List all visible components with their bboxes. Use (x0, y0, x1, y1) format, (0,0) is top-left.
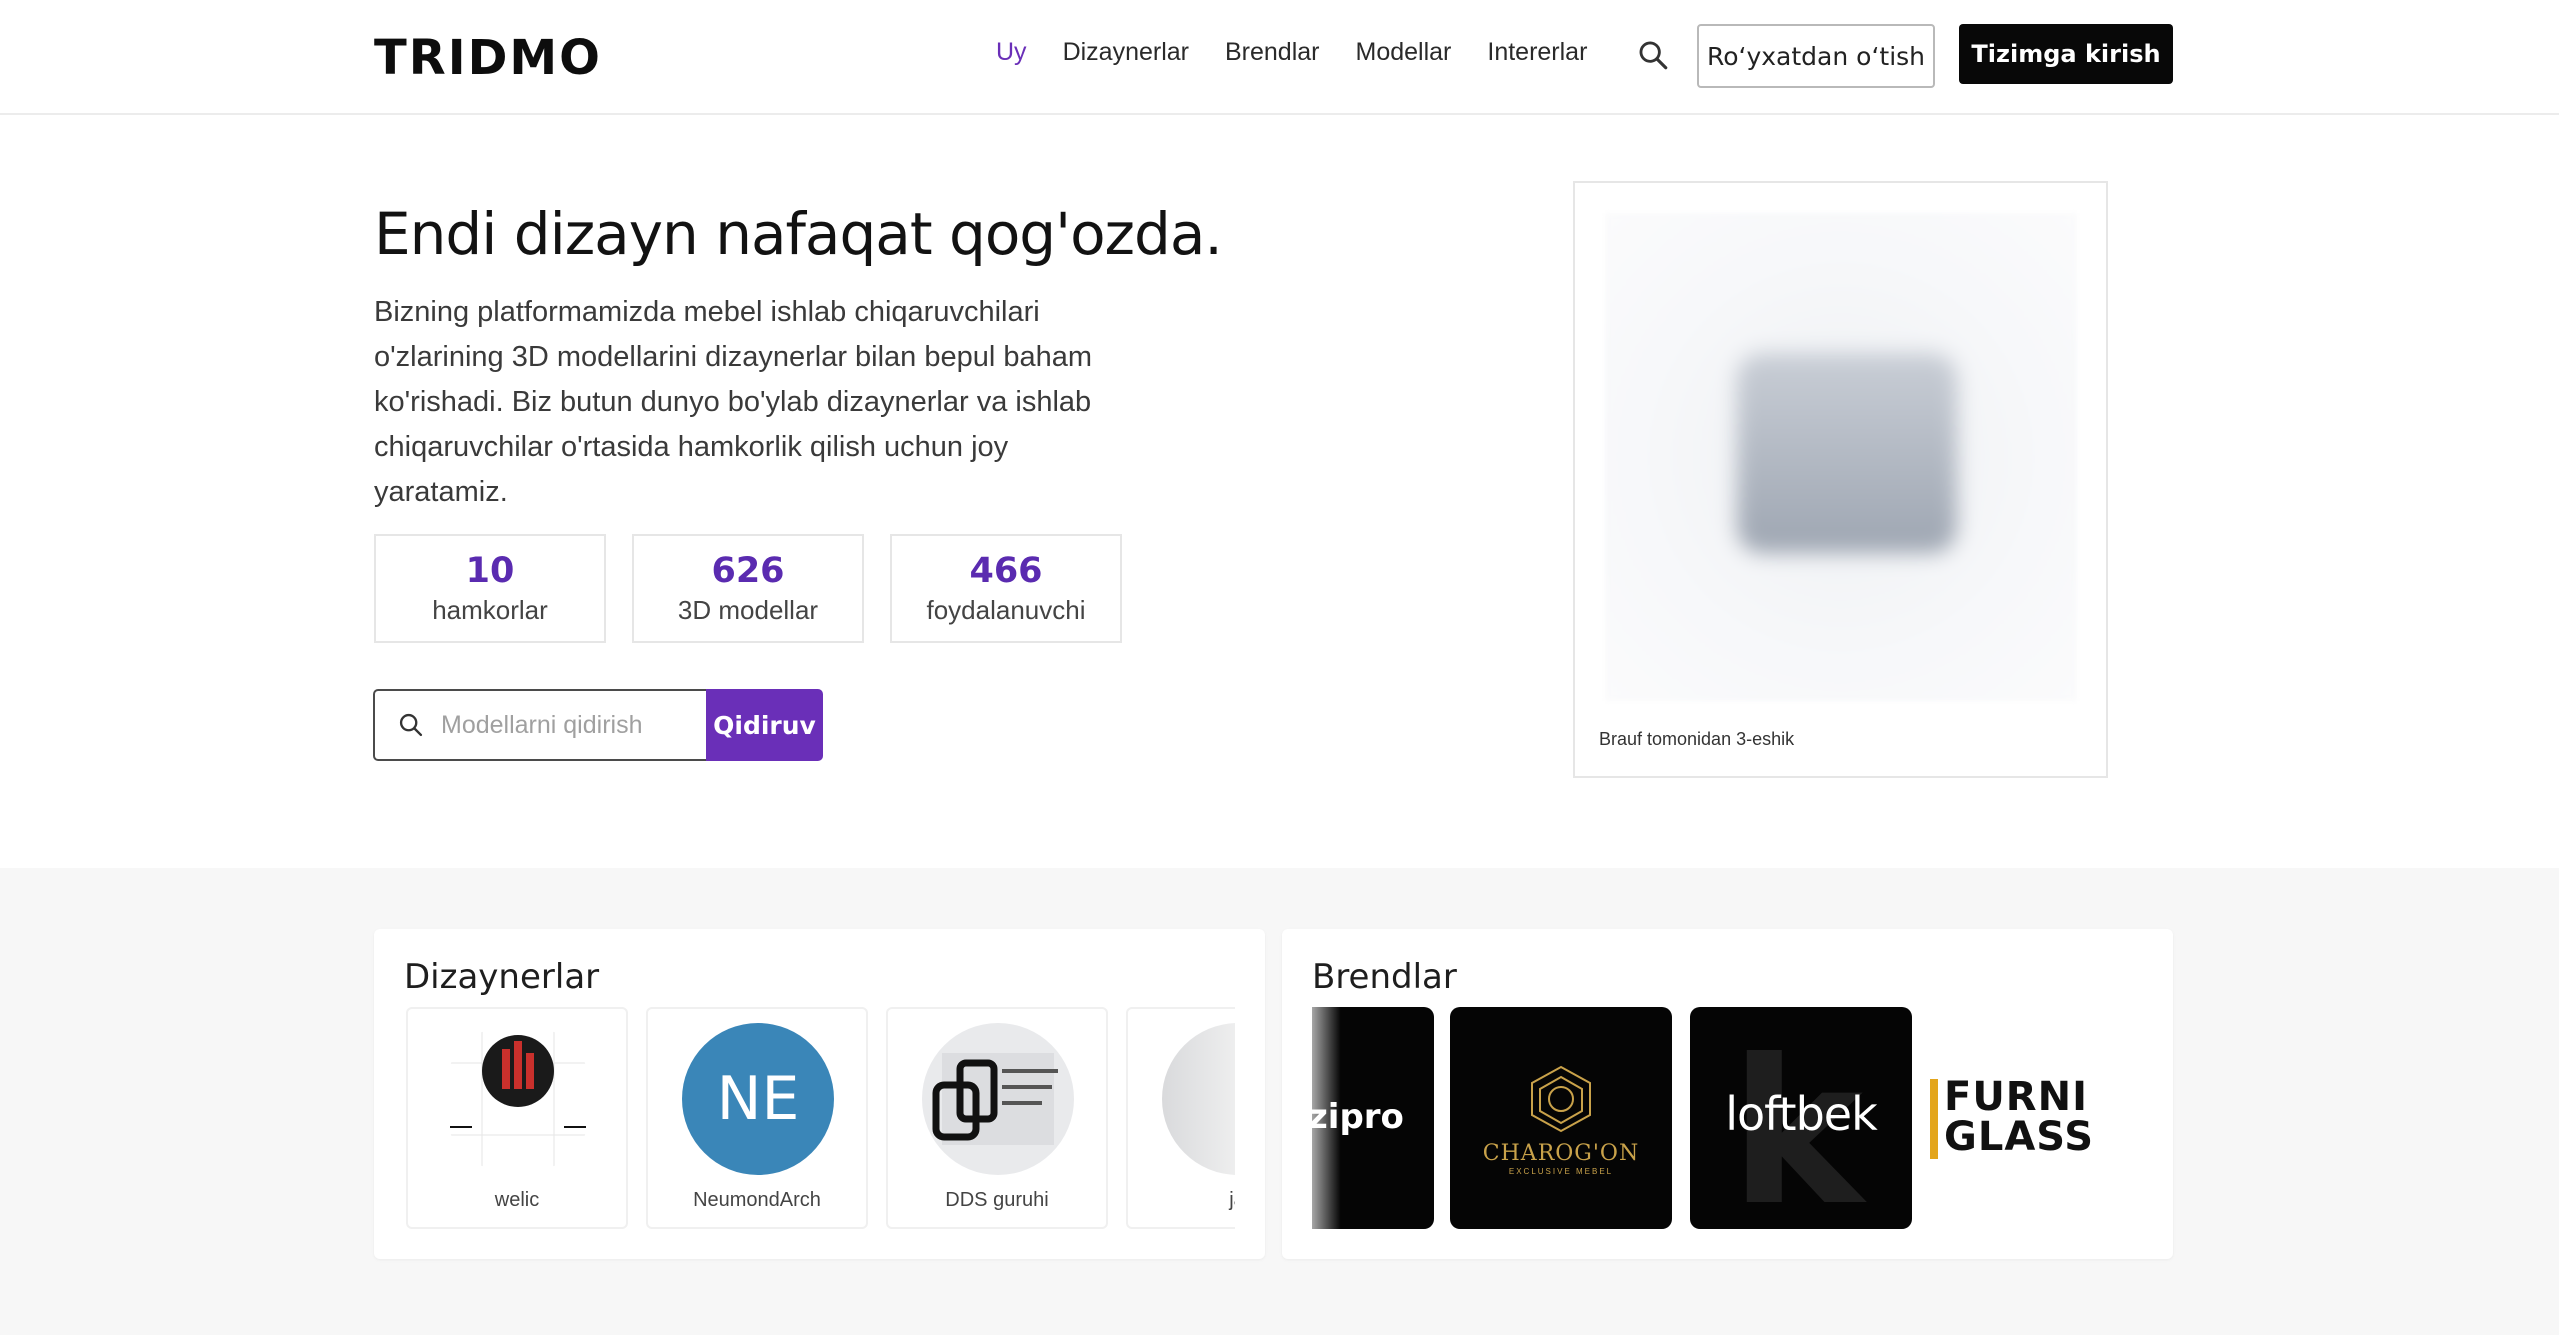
main-nav: Uy Dizaynerlar Brendlar Modellar Interer… (996, 38, 1587, 67)
stat-users: 466 foydalanuvchi (890, 534, 1122, 643)
nav-interiors[interactable]: Intererlar (1487, 38, 1587, 67)
designer-card[interactable]: welic (406, 1007, 628, 1229)
brand-logo-text: loftbek (1725, 1087, 1877, 1141)
brand-logo-text: zipro (1312, 1097, 1404, 1137)
stats-row: 10 hamkorlar 626 3D modellar 466 foydala… (374, 534, 1122, 643)
nav-home[interactable]: Uy (996, 38, 1027, 67)
stat-models: 626 3D modellar (632, 534, 864, 643)
avatar-initials: NE (716, 1064, 800, 1134)
search-submit-button[interactable]: Qidiruv (706, 689, 823, 761)
designers-title: Dizaynerlar (404, 957, 600, 997)
stat-label: 3D modellar (677, 595, 819, 625)
brand-logo-text: CHAROG'ON (1482, 1141, 1640, 1166)
designer-name: welic (494, 1189, 540, 1211)
stat-value: 10 (465, 551, 515, 591)
register-button[interactable]: Ro‘yxatdan o‘tish (1697, 24, 1935, 88)
model-search-field (373, 689, 708, 761)
brand-accent-bar (1930, 1079, 1938, 1159)
model-search-input[interactable] (441, 710, 691, 740)
designers-panel: Dizaynerlar welic NE NeumondArch DDS gur… (374, 929, 1265, 1259)
hero-description: Bizning platformamizda mebel ishlab chiq… (374, 296, 1093, 508)
nav-designers[interactable]: Dizaynerlar (1063, 38, 1189, 67)
stat-value: 626 (711, 551, 785, 591)
avatar (922, 1023, 1074, 1175)
nav-models[interactable]: Modellar (1356, 38, 1452, 67)
image-placeholder-icon (1605, 213, 2077, 701)
brands-title: Brendlar (1312, 957, 1457, 997)
designer-card[interactable]: NE NeumondArch (646, 1007, 868, 1229)
stat-label: hamkorlar (432, 595, 548, 625)
designer-card[interactable]: ja (1126, 1007, 1235, 1229)
brands-carousel[interactable]: zipro CHAROG'ON EXCLUSIVE MEBEL k loftbe… (1312, 1007, 2143, 1229)
brand-card[interactable]: FURNI GLASS (1930, 1007, 2143, 1229)
site-logo[interactable]: TRIDMO (374, 30, 602, 86)
designer-name: NeumondArch (693, 1189, 821, 1211)
designer-name: DDS guruhi (945, 1189, 1049, 1211)
featured-model-card[interactable]: Brauf tomonidan 3-eshik (1573, 181, 2108, 778)
charogon-emblem-icon (1531, 1065, 1591, 1133)
search-icon[interactable] (1636, 38, 1670, 72)
login-button[interactable]: Tizimga kirish (1959, 24, 2173, 84)
avatar: NE (682, 1023, 834, 1175)
brands-panel: Brendlar zipro CHAROG'ON EXCLUSIVE MEBEL… (1282, 929, 2173, 1259)
search-icon (399, 713, 423, 737)
brand-logo-text: FURNI GLASS (1944, 1074, 2095, 1160)
stat-value: 466 (969, 551, 1043, 591)
stat-label: foydalanuvchi (926, 595, 1086, 625)
designer-name: ja (1229, 1189, 1235, 1211)
stat-partners: 10 hamkorlar (374, 534, 606, 643)
designers-carousel[interactable]: welic NE NeumondArch DDS guruhi j (404, 1007, 1235, 1229)
designer-card[interactable]: DDS guruhi (886, 1007, 1108, 1229)
featured-model-caption: Brauf tomonidan 3-eshik (1599, 729, 1795, 749)
brand-card[interactable]: CHAROG'ON EXCLUSIVE MEBEL (1450, 1007, 1672, 1229)
brand-card[interactable]: k loftbek (1690, 1007, 1912, 1229)
brand-tagline: EXCLUSIVE MEBEL (1508, 1167, 1614, 1176)
site-header: TRIDMO Uy Dizaynerlar Brendlar Modellar … (0, 0, 2559, 115)
hero-title: Endi dizayn nafaqat qog'ozda. (374, 200, 1223, 268)
avatar (1162, 1023, 1235, 1175)
nav-brands[interactable]: Brendlar (1225, 38, 1320, 67)
avatar (442, 1023, 594, 1175)
brand-card[interactable]: zipro (1312, 1007, 1434, 1229)
